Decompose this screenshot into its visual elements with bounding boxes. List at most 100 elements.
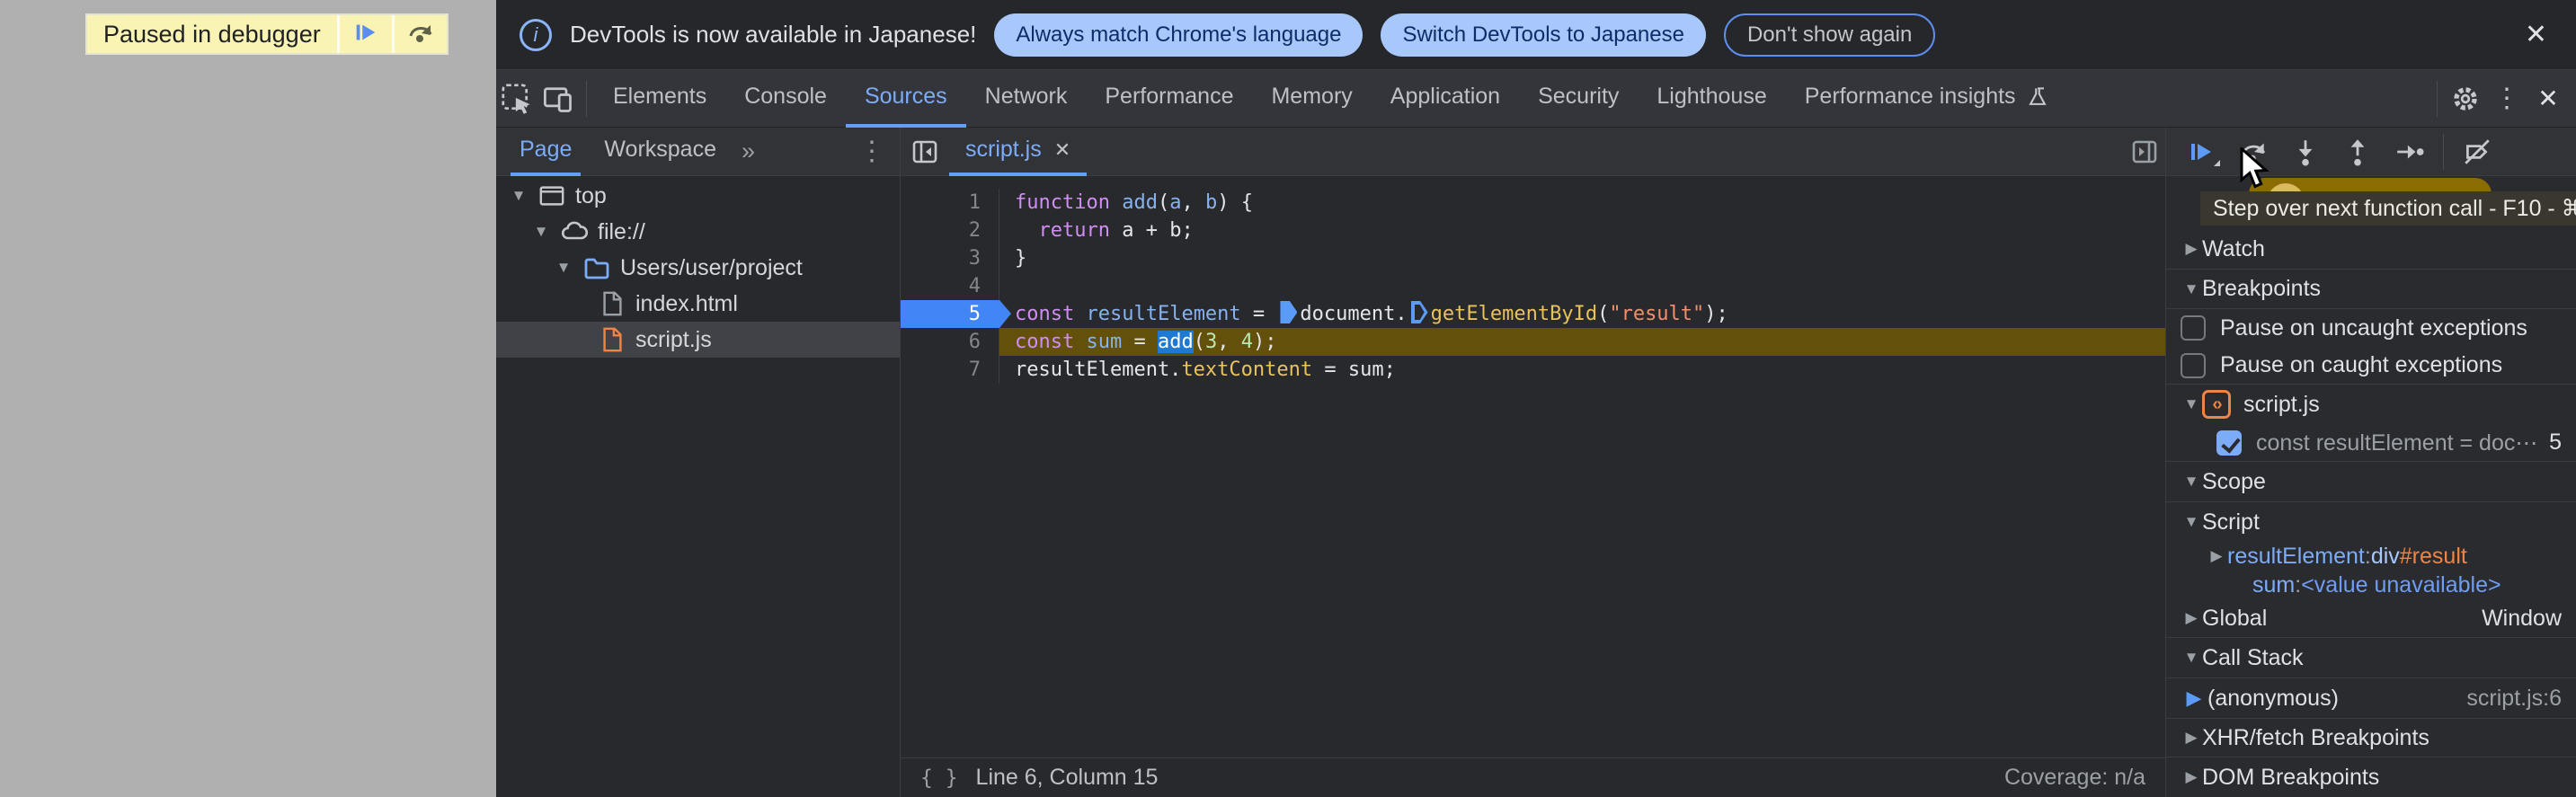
file-icon	[598, 289, 626, 318]
tab-workspace[interactable]: Workspace	[595, 128, 725, 176]
section-breakpoints[interactable]: ▼ Breakpoints	[2166, 270, 2576, 309]
code-line: 4	[901, 272, 2165, 300]
scope-var-sum[interactable]: sum: <value unavailable>	[2166, 571, 2576, 599]
tab-console[interactable]: Console	[725, 70, 846, 128]
section-xhr-breakpoints[interactable]: ▶ XHR/fetch Breakpoints	[2166, 719, 2576, 757]
tab-memory[interactable]: Memory	[1252, 70, 1371, 128]
scope-var-resultElement[interactable]: ▶ resultElement: div #result	[2166, 542, 2576, 571]
pause-caught-checkbox[interactable]	[2181, 352, 2206, 378]
tree-item-script-js[interactable]: script.js	[496, 322, 900, 358]
scope-global-group[interactable]: ▶ Global Window	[2166, 599, 2576, 638]
line-number[interactable]: 2	[901, 217, 999, 244]
step-into-button[interactable]	[2279, 130, 2332, 173]
expand-icon[interactable]: ▶	[2181, 609, 2202, 627]
step-over-badge-button[interactable]	[394, 15, 447, 53]
tab-application[interactable]: Application	[1372, 70, 1519, 128]
code-line: 7 resultElement.textContent = sum;	[901, 356, 2165, 384]
devtools-close-icon[interactable]: ✕	[2527, 77, 2569, 120]
section-dom-breakpoints[interactable]: ▶ DOM Breakpoints	[2166, 757, 2576, 797]
inspect-element-button[interactable]	[496, 77, 537, 120]
expand-icon[interactable]: ▶	[2181, 768, 2202, 786]
infobar-close-icon[interactable]: ✕	[2519, 19, 2553, 50]
tree-item-top[interactable]: ▼ top	[496, 178, 900, 214]
scope-script-group[interactable]: ▼ Script	[2166, 502, 2576, 542]
paused-label: Paused in debugger	[87, 15, 337, 53]
source-editor: script.js ✕ 1 function add(a, b) {2 ret…	[901, 128, 2165, 797]
expand-icon[interactable]: ▶	[2206, 547, 2227, 565]
line-number[interactable]: 7	[901, 356, 999, 384]
expand-icon[interactable]: ▼	[509, 187, 529, 205]
tab-performance[interactable]: Performance	[1086, 70, 1252, 128]
collapse-icon[interactable]: ▼	[2181, 280, 2202, 298]
tab-network[interactable]: Network	[966, 70, 1087, 128]
resume-button[interactable]	[2175, 130, 2227, 173]
code-area[interactable]: 1 function add(a, b) { 2 return a + b; 3…	[901, 176, 2165, 757]
switch-devtools-japanese-button[interactable]: Switch DevTools to Japanese	[1381, 13, 1706, 57]
show-debugger-sidebar-button[interactable]	[2124, 130, 2165, 173]
step-out-button[interactable]	[2332, 130, 2384, 173]
tab-security[interactable]: Security	[1519, 70, 1638, 128]
pause-caught-row: Pause on caught exceptions	[2166, 347, 2576, 385]
mouse-cursor	[2236, 146, 2274, 195]
resume-icon	[352, 19, 379, 50]
hide-navigator-button[interactable]	[901, 130, 949, 173]
line-number[interactable]: 4	[901, 272, 999, 300]
pause-uncaught-checkbox[interactable]	[2181, 315, 2206, 341]
frame-icon	[537, 182, 566, 210]
collapse-icon[interactable]: ▼	[2181, 473, 2202, 491]
call-stack-frame[interactable]: ▶ (anonymous) script.js:6	[2166, 678, 2576, 719]
device-toolbar-button[interactable]	[537, 77, 579, 120]
collapse-icon[interactable]: ▼	[2181, 395, 2202, 413]
tree-item-file-protocol[interactable]: ▼ file://	[496, 214, 900, 250]
breakpoint-enabled-checkbox[interactable]	[2216, 429, 2242, 456]
settings-button[interactable]	[2445, 77, 2486, 120]
collapse-icon[interactable]: ▼	[2181, 513, 2202, 531]
tree-item-index-html[interactable]: index.html	[496, 286, 900, 322]
tab-lighthouse[interactable]: Lighthouse	[1638, 70, 1785, 128]
section-watch[interactable]: ▶ Watch	[2166, 229, 2576, 270]
deactivate-breakpoints-button[interactable]	[2451, 130, 2503, 173]
match-chrome-language-button[interactable]: Always match Chrome's language	[994, 13, 1364, 57]
line-number[interactable]: 6	[901, 328, 999, 356]
tree-item-project-folder[interactable]: ▼ Users/user/project	[496, 250, 900, 286]
close-tab-icon[interactable]: ✕	[1054, 138, 1070, 162]
breakpoint-entry[interactable]: const resultElement = doc⋯ 5	[2166, 424, 2576, 462]
expand-icon[interactable]: ▼	[554, 259, 573, 277]
screenshot: Paused in debugger i DevTools is now ava…	[0, 0, 2576, 797]
collapse-icon[interactable]: ▼	[2181, 649, 2202, 667]
inline-breakpoint-candidate-icon[interactable]	[1410, 301, 1428, 323]
inspect-icon	[502, 83, 530, 114]
expand-icon[interactable]: ▶	[2181, 240, 2202, 258]
tab-performance-insights[interactable]: Performance insights	[1786, 70, 2069, 128]
frame-location[interactable]: script.js:6	[2466, 686, 2562, 712]
editor-tab-script-js[interactable]: script.js ✕	[949, 128, 1088, 176]
step-out-icon	[2350, 138, 2365, 166]
breakpoint-line-number[interactable]: 5	[901, 300, 1011, 328]
script-file-icon: ‹›	[2202, 390, 2231, 419]
deactivate-breakpoints-icon	[2465, 138, 2490, 164]
pretty-print-button[interactable]: { }	[920, 766, 958, 790]
paused-function-highlight[interactable]: add	[1157, 331, 1194, 353]
code-line: 5 const resultElement = document. getElem…	[901, 300, 2165, 328]
devtools-window: i DevTools is now available in Japanese!…	[496, 0, 2576, 797]
info-icon: i	[520, 18, 552, 51]
line-number[interactable]: 1	[901, 189, 999, 217]
section-call-stack[interactable]: ▼ Call Stack	[2166, 638, 2576, 678]
file-js-icon	[598, 325, 626, 354]
section-scope[interactable]: ▼ Scope	[2166, 462, 2576, 502]
navigator-more-options-icon[interactable]: ⋮	[858, 136, 885, 167]
resume-script-button[interactable]	[339, 15, 392, 53]
breakpoint-group-script-js[interactable]: ▼ ‹› script.js	[2166, 385, 2576, 424]
more-tabs-icon[interactable]: »	[742, 137, 755, 165]
dont-show-again-button[interactable]: Don't show again	[1723, 13, 1936, 57]
more-options-button[interactable]: ⋮	[2486, 77, 2527, 120]
tab-page[interactable]: Page	[511, 128, 582, 176]
expand-icon[interactable]: ▶	[2181, 729, 2202, 747]
line-number[interactable]: 3	[901, 244, 999, 272]
current-frame-icon: ▶	[2186, 686, 2202, 709]
tab-sources[interactable]: Sources	[845, 70, 966, 128]
step-button[interactable]	[2384, 130, 2436, 173]
inline-breakpoint-icon[interactable]	[1280, 301, 1298, 323]
expand-icon[interactable]: ▼	[531, 223, 551, 241]
tab-elements[interactable]: Elements	[594, 70, 725, 128]
